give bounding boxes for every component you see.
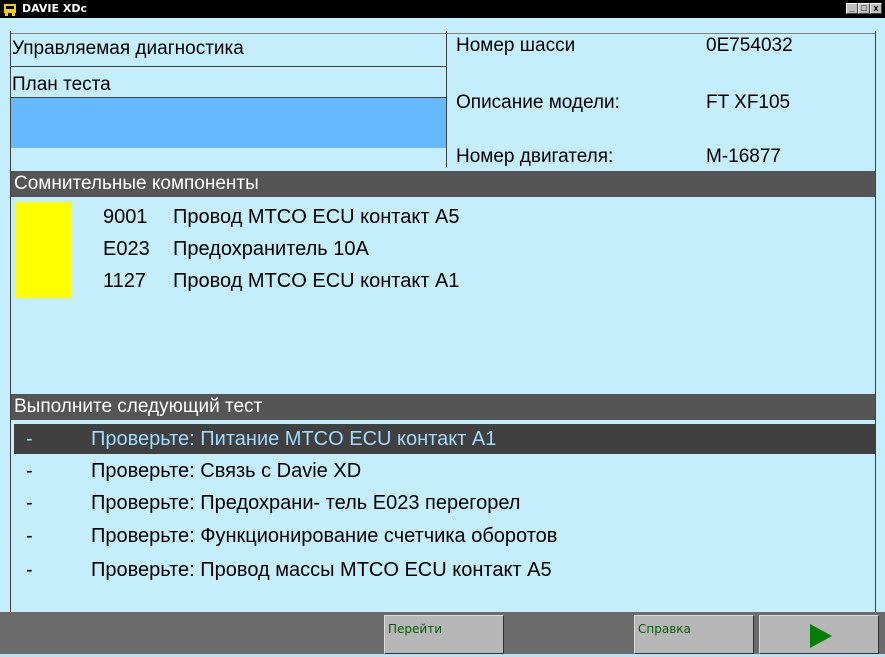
status-marker bbox=[15, 202, 71, 298]
chassis-number-label: Номер шасси bbox=[456, 35, 576, 56]
component-code: 9001 bbox=[103, 206, 148, 228]
minimize-button[interactable]: _ bbox=[846, 3, 858, 14]
component-code: 1127 bbox=[103, 270, 147, 292]
component-code: E023 bbox=[103, 238, 150, 260]
component-text: Провод MTCO ECU контакт A1 bbox=[173, 270, 460, 292]
step-text: Проверьте: Предохрани- тель E023 перегор… bbox=[91, 492, 521, 514]
help-button[interactable]: Справка bbox=[634, 615, 754, 654]
step-text: Проверьте: Функционирование счетчика обо… bbox=[91, 525, 558, 547]
test-step-row[interactable]: - Проверьте: Предохрани- тель E023 перег… bbox=[14, 488, 875, 518]
plan-label: План теста bbox=[12, 74, 111, 95]
model-description-label: Описание модели: bbox=[456, 92, 620, 113]
frame-border bbox=[10, 31, 11, 612]
engine-number-label: Номер двигателя: bbox=[456, 146, 614, 167]
tests-header: Выполните следующий тест bbox=[10, 394, 875, 420]
goto-button[interactable]: Перейти bbox=[384, 615, 504, 654]
step-text: Проверьте: Провод массы MTCO ECU контакт… bbox=[91, 559, 552, 581]
maximize-button[interactable]: □ bbox=[858, 3, 870, 14]
component-text: Предохранитель 10A bbox=[173, 238, 369, 260]
test-step-row[interactable]: - Проверьте: Питание MTCO ECU контакт A1 bbox=[14, 424, 875, 454]
next-button[interactable] bbox=[759, 615, 879, 654]
component-row[interactable]: 9001 Провод MTCO ECU контакт A5 bbox=[103, 206, 460, 229]
test-step-row[interactable]: - Проверьте: Провод массы MTCO ECU конта… bbox=[14, 555, 875, 585]
step-text: Проверьте: Питание MTCO ECU контакт A1 bbox=[91, 428, 497, 450]
step-text: Проверьте: Связь с Davie XD bbox=[91, 460, 362, 482]
component-row[interactable]: E023 Предохранитель 10A bbox=[103, 238, 369, 261]
component-row[interactable]: 1127 Провод MTCO ECU контакт A1 bbox=[103, 270, 460, 293]
model-description-value: FT XF105 bbox=[706, 92, 791, 113]
divider bbox=[446, 31, 447, 167]
test-step-row[interactable]: - Проверьте: Функционирование счетчика о… bbox=[14, 521, 875, 551]
plan-selection-field[interactable] bbox=[10, 98, 446, 148]
chassis-number-value: 0E754032 bbox=[706, 35, 793, 56]
play-arrow-icon bbox=[810, 624, 832, 648]
suspect-components-header: Сомнительные компоненты bbox=[10, 171, 875, 197]
divider bbox=[10, 66, 446, 67]
close-button[interactable]: x bbox=[870, 3, 882, 14]
mode-label: Управляемая диагностика bbox=[12, 38, 244, 59]
function-key-empty bbox=[14, 615, 134, 654]
component-text: Провод MTCO ECU контакт A5 bbox=[173, 206, 460, 228]
window-title: DAVIE XDc bbox=[22, 2, 87, 15]
step-dash: - bbox=[26, 559, 33, 581]
step-dash: - bbox=[26, 525, 33, 547]
step-dash: - bbox=[26, 460, 33, 482]
test-step-row[interactable]: - Проверьте: Связь с Davie XD bbox=[14, 456, 875, 486]
engine-number-value: M-16877 bbox=[706, 146, 781, 167]
app-icon bbox=[4, 4, 16, 16]
step-dash: - bbox=[26, 428, 33, 450]
frame-border bbox=[875, 31, 876, 612]
divider bbox=[10, 33, 875, 34]
step-dash: - bbox=[26, 492, 33, 514]
title-bar: DAVIE XDc _ □ x bbox=[0, 0, 885, 18]
